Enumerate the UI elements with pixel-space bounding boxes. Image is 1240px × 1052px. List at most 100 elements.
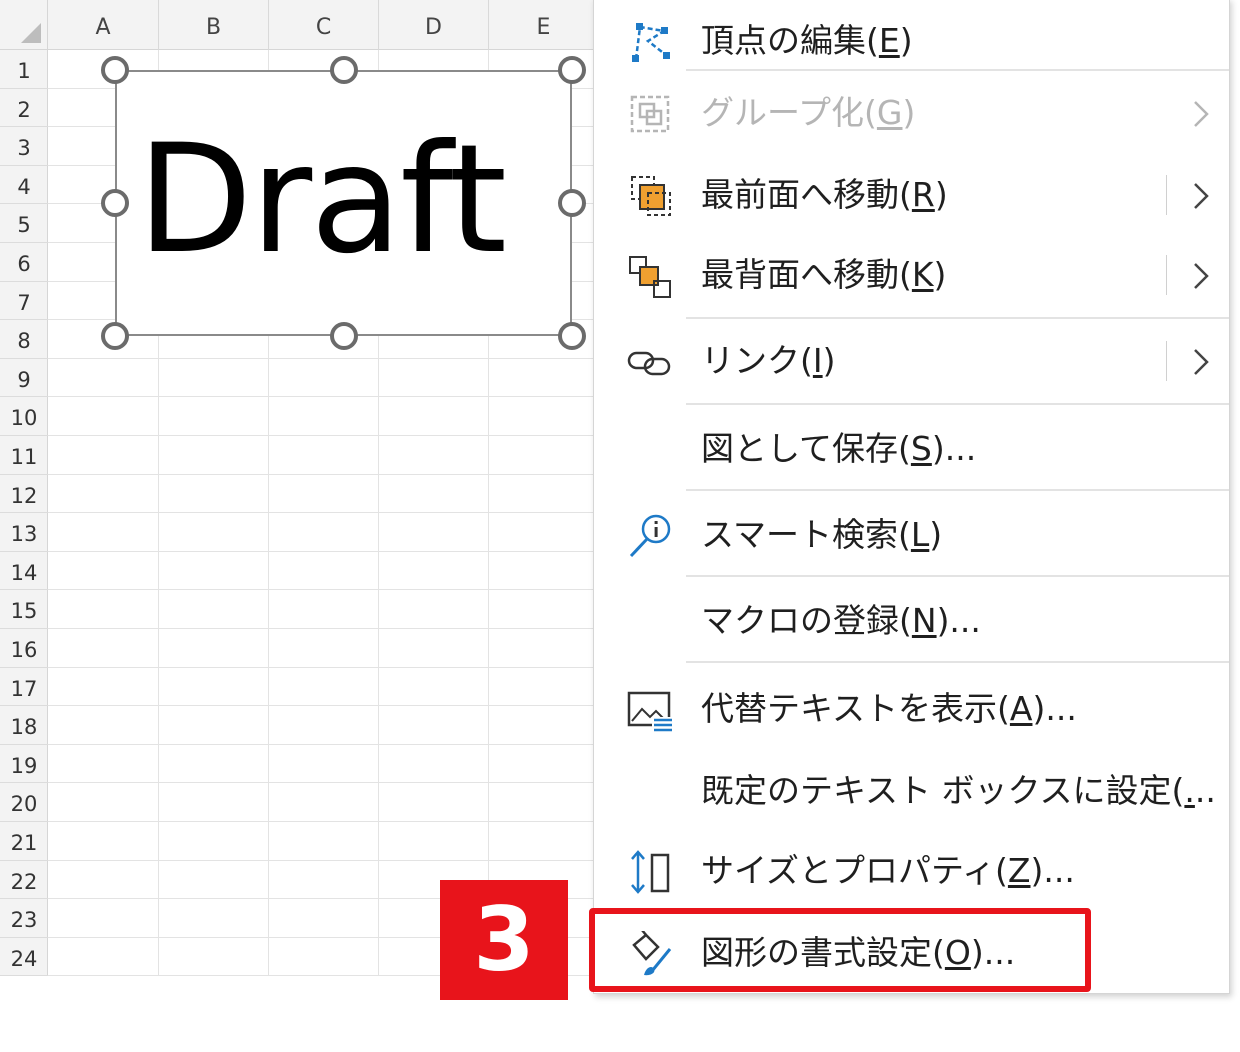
row-header-19[interactable]: 19 [0, 745, 48, 784]
column-header-e[interactable]: E [489, 0, 599, 50]
step-number: 3 [473, 888, 535, 991]
row-header-15[interactable]: 15 [0, 590, 48, 629]
row-header-7[interactable]: 7 [0, 282, 48, 321]
menu-item-set-as-default-textbox[interactable]: 既定のテキスト ボックスに設定(... [594, 749, 1229, 833]
menu-separator [686, 661, 1229, 663]
row-header-16[interactable]: 16 [0, 629, 48, 668]
row-header-1[interactable]: 1 [0, 50, 48, 89]
menu-item-label: 代替テキストを表示(A)... [701, 689, 1077, 728]
menu-item-size-and-properties[interactable]: サイズとプロパティ(Z)... [594, 829, 1229, 913]
resize-handle-bottom-right[interactable] [558, 322, 586, 350]
menu-item-send-to-back[interactable]: 最背面へ移動(K) [594, 233, 1229, 317]
submenu-divider [1166, 175, 1167, 215]
menu-separator [686, 489, 1229, 491]
menu-item-label: 最前面へ移動(R) [701, 175, 948, 214]
row-header-12[interactable]: 12 [0, 475, 48, 514]
step-highlight-box [589, 908, 1091, 992]
grid-row-line [48, 666, 600, 668]
resize-handle-bottom-left[interactable] [101, 322, 129, 350]
submenu-divider [1166, 255, 1167, 295]
row-header-11[interactable]: 11 [0, 436, 48, 475]
row-header-14[interactable]: 14 [0, 552, 48, 591]
grid-row-line [48, 821, 600, 822]
grid-row-line [48, 512, 600, 514]
grid-row-line [48, 859, 600, 861]
context-menu: 頂点の編集(E) グループ化(G) 最前面へ移動(R) 最背面へ移動(K) リン… [593, 0, 1230, 994]
link-icon [627, 351, 671, 376]
menu-item-label: リンク(I) [701, 341, 836, 380]
grid-row-line [48, 705, 600, 707]
menu-item-label: 最背面へ移動(K) [701, 255, 947, 294]
resize-handle-top-middle[interactable] [330, 56, 358, 84]
resize-handle-bottom-middle[interactable] [330, 322, 358, 350]
menu-item-label: サイズとプロパティ(Z)... [701, 851, 1075, 890]
menu-item-label: 図として保存(S)... [701, 429, 977, 468]
row-header-22[interactable]: 22 [0, 861, 48, 900]
grid-row-line [48, 435, 600, 436]
grid-row-line [48, 396, 600, 398]
row-header-bar: 1 2 3 4 5 6 7 8 9 10 11 12 13 14 15 16 17 18 19 20 21 22 23 24 [0, 50, 48, 976]
menu-item-label: マクロの登録(N)... [701, 601, 981, 640]
grid-row-line [48, 357, 600, 359]
menu-separator [686, 403, 1229, 405]
row-header-23[interactable]: 23 [0, 899, 48, 938]
resize-handle-middle-left[interactable] [101, 189, 129, 217]
row-header-13[interactable]: 13 [0, 513, 48, 552]
textbox-text: Draft [137, 113, 507, 287]
row-header-6[interactable]: 6 [0, 243, 48, 282]
grid-row-line [48, 628, 600, 629]
draft-textbox-shape[interactable]: Draft [115, 70, 572, 336]
menu-item-smart-lookup[interactable]: スマート検索(L) [594, 493, 1229, 577]
resize-handle-top-right[interactable] [558, 56, 586, 84]
row-header-10[interactable]: 10 [0, 397, 48, 436]
submenu-divider [1166, 341, 1167, 381]
menu-item-bring-to-front[interactable]: 最前面へ移動(R) [594, 153, 1229, 237]
column-header-bar: A B C D E [48, 0, 600, 50]
row-header-17[interactable]: 17 [0, 668, 48, 707]
menu-separator [686, 575, 1229, 577]
send-to-back-icon [629, 256, 671, 298]
chevron-right-icon[interactable] [1186, 259, 1216, 293]
row-header-18[interactable]: 18 [0, 706, 48, 745]
select-all-corner[interactable] [0, 0, 48, 50]
grid-row-line [48, 589, 600, 591]
smart-lookup-icon [629, 514, 671, 558]
step-badge: 3 [440, 880, 568, 1000]
column-header-c[interactable]: C [269, 0, 379, 50]
menu-item-link[interactable]: リンク(I) [594, 319, 1229, 403]
spreadsheet: A B C D E 1 2 3 4 5 6 7 8 9 10 11 12 13 14 15 16 17 18 19 2… [0, 0, 600, 976]
grid-row-line [48, 550, 600, 552]
select-all-triangle-icon [21, 23, 41, 43]
menu-item-label: スマート検索(L) [701, 515, 943, 554]
row-header-2[interactable]: 2 [0, 89, 48, 128]
size-properties-icon [631, 850, 670, 894]
menu-item-assign-macro[interactable]: マクロの登録(N)... [594, 579, 1229, 663]
menu-item-view-alt-text[interactable]: 代替テキストを表示(A)... [594, 667, 1229, 751]
row-header-5[interactable]: 5 [0, 204, 48, 243]
chevron-right-icon[interactable] [1186, 179, 1216, 213]
group-icon [630, 95, 670, 133]
chevron-right-icon [1194, 101, 1209, 127]
menu-item-group: グループ化(G) [594, 71, 1229, 155]
menu-item-label: 既定のテキスト ボックスに設定(... [701, 771, 1216, 810]
alt-text-icon [627, 691, 672, 732]
row-header-24[interactable]: 24 [0, 938, 48, 976]
column-header-d[interactable]: D [379, 0, 489, 50]
row-header-4[interactable]: 4 [0, 166, 48, 205]
row-header-3[interactable]: 3 [0, 127, 48, 166]
grid-row-line [48, 743, 600, 745]
menu-item-label: グループ化(G) [701, 93, 916, 132]
row-header-9[interactable]: 9 [0, 359, 48, 398]
grid-row-line [48, 782, 600, 784]
row-header-8[interactable]: 8 [0, 320, 48, 359]
row-header-21[interactable]: 21 [0, 822, 48, 861]
menu-item-save-as-picture[interactable]: 図として保存(S)... [594, 407, 1229, 491]
row-header-20[interactable]: 20 [0, 783, 48, 822]
column-header-a[interactable]: A [48, 0, 159, 50]
resize-handle-top-left[interactable] [101, 56, 129, 84]
edit-points-icon [632, 23, 670, 62]
grid-row-line [48, 473, 600, 475]
resize-handle-middle-right[interactable] [558, 189, 586, 217]
column-header-b[interactable]: B [159, 0, 269, 50]
chevron-right-icon[interactable] [1186, 345, 1216, 379]
